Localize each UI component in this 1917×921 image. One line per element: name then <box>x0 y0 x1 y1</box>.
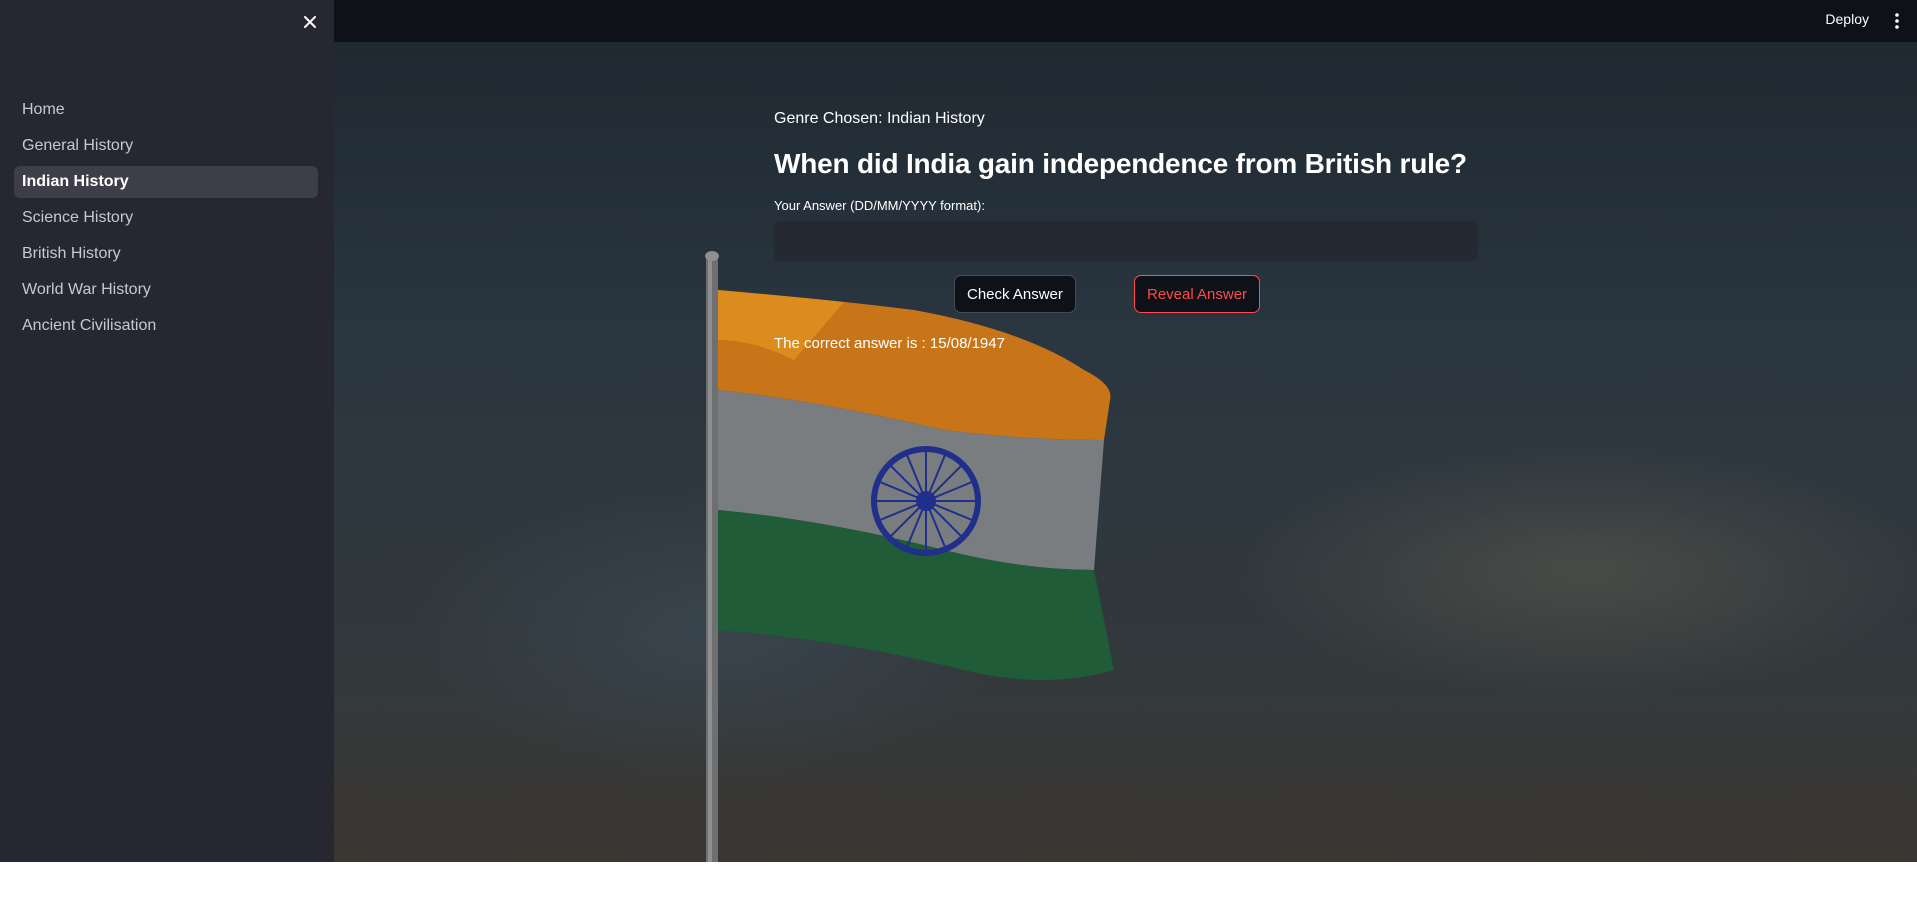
sidebar-item-ancient-civilisation[interactable]: Ancient Civilisation <box>14 310 318 342</box>
question-heading: When did India gain independence from Br… <box>774 148 1467 179</box>
quiz-content: Genre Chosen: Indian History When did In… <box>774 110 1478 352</box>
correct-answer-text: The correct answer is : 15/08/1947 <box>774 335 1005 352</box>
sidebar-item-british-history[interactable]: British History <box>14 238 318 270</box>
answer-input[interactable] <box>774 221 1478 261</box>
genre-label: Genre Chosen: Indian History <box>774 110 985 127</box>
app-window: Home General History Indian History Scie… <box>0 0 1917 862</box>
sidebar-item-indian-history[interactable]: Indian History <box>14 166 318 198</box>
sidebar-item-general-history[interactable]: General History <box>14 130 318 162</box>
sidebar-item-home[interactable]: Home <box>14 94 318 126</box>
top-header: Deploy <box>334 0 1917 42</box>
sidebar-nav: Home General History Indian History Scie… <box>14 94 318 346</box>
button-row: Check Answer Reveal Answer <box>774 275 1478 315</box>
sidebar-item-science-history[interactable]: Science History <box>14 202 318 234</box>
answer-field-label: Your Answer (DD/MM/YYYY format): <box>774 198 985 213</box>
deploy-button[interactable]: Deploy <box>1825 11 1869 27</box>
background-sky <box>1234 440 1917 700</box>
close-icon[interactable] <box>298 10 322 34</box>
sidebar: Home General History Indian History Scie… <box>0 0 334 862</box>
kebab-menu-icon[interactable] <box>1889 11 1905 31</box>
main-area: Deploy Genre Chosen: Indian History When… <box>334 0 1917 862</box>
reveal-answer-button[interactable]: Reveal Answer <box>1134 275 1261 313</box>
check-answer-button[interactable]: Check Answer <box>954 275 1076 313</box>
sidebar-item-world-war-history[interactable]: World War History <box>14 274 318 306</box>
